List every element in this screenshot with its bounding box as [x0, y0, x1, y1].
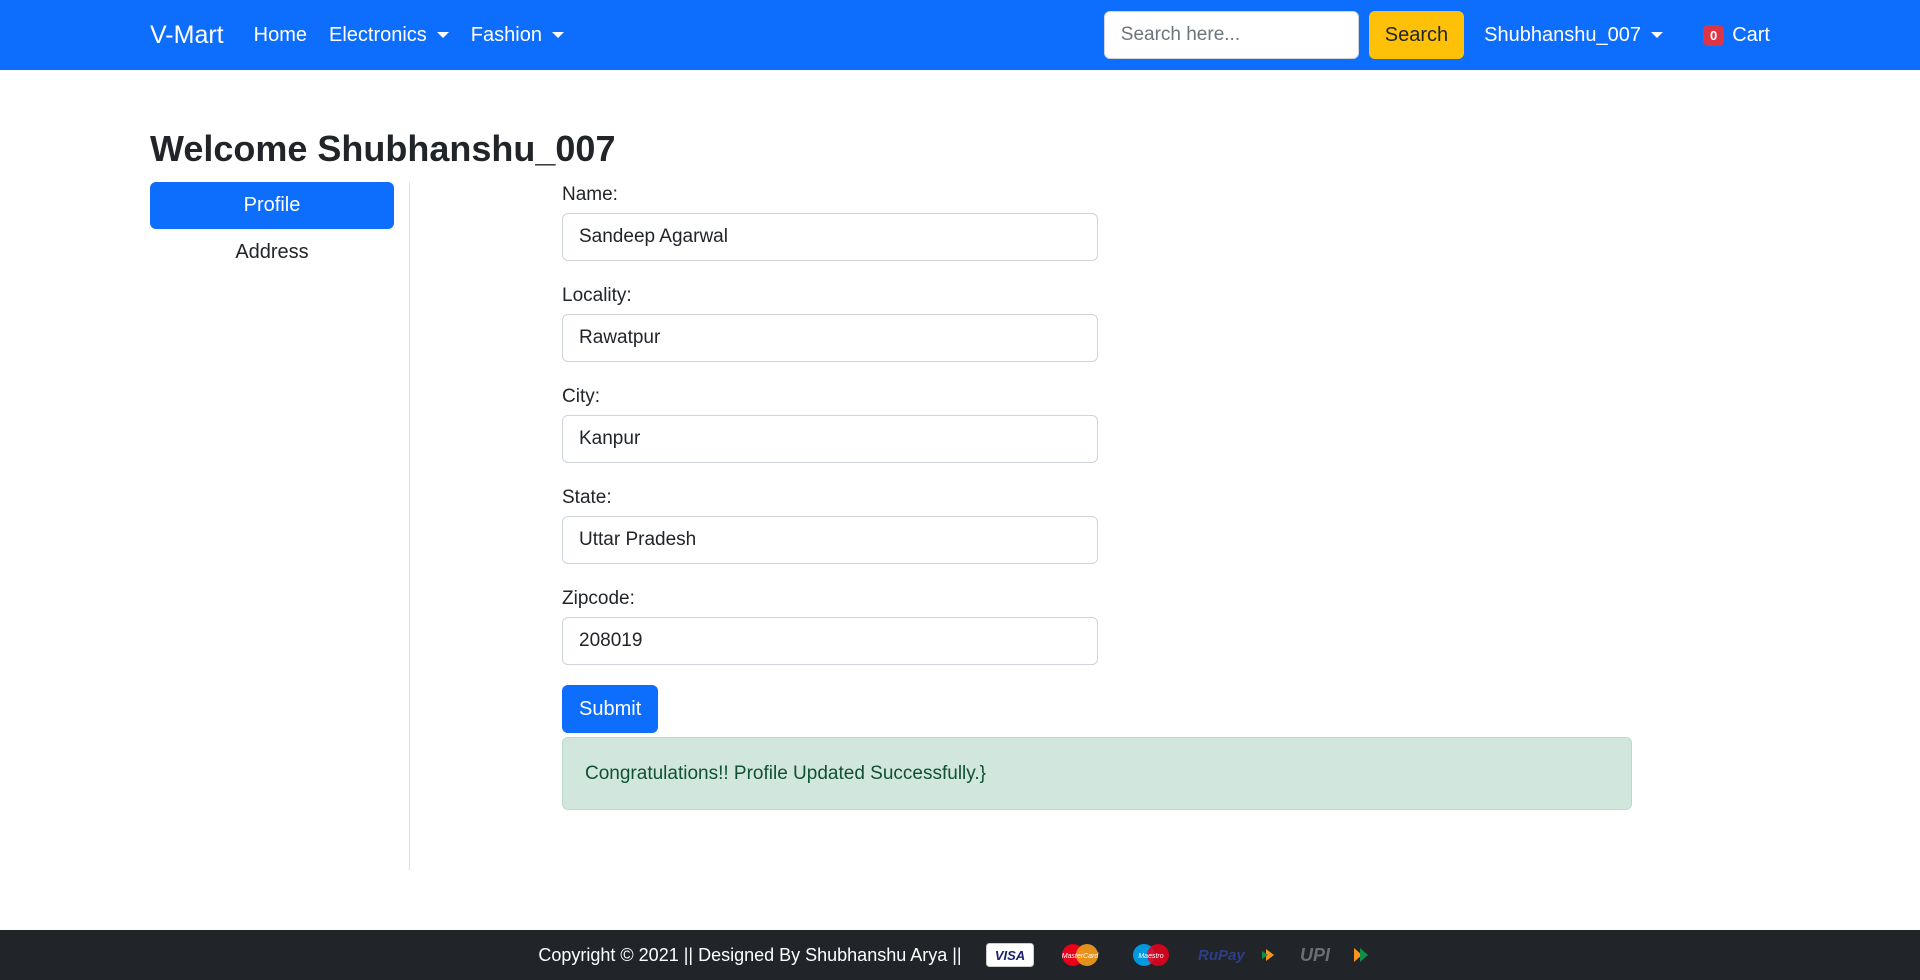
nav-home-link[interactable]: Home	[254, 24, 307, 47]
nav-fashion-label: Fashion	[470, 23, 542, 46]
cart-link[interactable]: 0 Cart	[1702, 23, 1770, 47]
footer: Copyright © 2021 || Designed By Shubhans…	[0, 930, 1920, 980]
navbar-inner: V-Mart Home Electronics Fashion Search S…	[150, 0, 1770, 70]
upi-icon: UPI	[1298, 943, 1372, 967]
svg-text:UPI: UPI	[1300, 945, 1331, 965]
search-input[interactable]	[1103, 11, 1359, 59]
success-alert-text: Congratulations!! Profile Updated Succes…	[585, 762, 986, 784]
search-button[interactable]: Search	[1368, 11, 1465, 59]
navbar: V-Mart Home Electronics Fashion Search S…	[0, 0, 1920, 70]
success-alert: Congratulations!! Profile Updated Succes…	[562, 737, 1632, 810]
sidebar-item-profile[interactable]: Profile	[150, 182, 394, 229]
brand-link[interactable]: V-Mart	[150, 21, 224, 50]
navbar-right: Search Shubhanshu_007 0 Cart	[1103, 11, 1770, 59]
locality-field-group: Locality:	[562, 285, 1098, 362]
nav-fashion-dropdown[interactable]: Fashion	[471, 24, 564, 47]
city-label: City:	[562, 386, 600, 407]
chevron-down-icon	[436, 32, 449, 38]
sidebar-item-address[interactable]: Address	[150, 229, 394, 276]
svg-text:VISA: VISA	[994, 948, 1024, 963]
profile-form: Name: Locality: City: State: Zipcode: Su…	[562, 184, 1098, 733]
user-name: Shubhanshu_007	[1484, 23, 1641, 46]
cart-count-badge: 0	[1702, 24, 1725, 46]
cart-label: Cart	[1732, 23, 1770, 46]
zipcode-field-group: Zipcode:	[562, 588, 1098, 665]
locality-input[interactable]	[562, 314, 1098, 362]
city-input[interactable]	[562, 415, 1098, 463]
maestro-icon: Maestro	[1126, 942, 1176, 968]
svg-text:Maestro: Maestro	[1138, 953, 1163, 960]
city-field-group: City:	[562, 386, 1098, 463]
nav-electronics-label: Electronics	[328, 23, 427, 46]
name-input[interactable]	[562, 213, 1098, 261]
state-field-group: State:	[562, 487, 1098, 564]
nav-electronics-dropdown[interactable]: Electronics	[329, 24, 449, 47]
state-input[interactable]	[562, 516, 1098, 564]
mastercard-icon: MasterCard	[1054, 942, 1106, 968]
visa-icon: VISA	[985, 943, 1034, 967]
page-title: Welcome Shubhanshu_007	[150, 128, 616, 169]
rupay-icon: RuPay	[1196, 943, 1278, 967]
name-label: Name:	[562, 184, 618, 205]
chevron-down-icon	[1650, 32, 1663, 38]
sidebar-item-label: Address	[235, 241, 309, 263]
locality-label: Locality:	[562, 285, 632, 306]
submit-button[interactable]: Submit	[562, 685, 659, 733]
zipcode-label: Zipcode:	[562, 588, 635, 609]
svg-text:MasterCard: MasterCard	[1061, 953, 1099, 960]
svg-text:RuPay: RuPay	[1198, 947, 1245, 964]
name-field-group: Name:	[562, 184, 1098, 261]
chevron-down-icon	[551, 32, 564, 38]
sidebar: Profile Address	[150, 182, 410, 870]
zipcode-input[interactable]	[562, 617, 1098, 665]
footer-copyright: Copyright © 2021 || Designed By Shubhans…	[538, 944, 962, 965]
state-label: State:	[562, 487, 612, 508]
user-dropdown[interactable]: Shubhanshu_007	[1484, 24, 1663, 47]
sidebar-item-label: Profile	[243, 194, 301, 216]
nav-home-label: Home	[253, 23, 307, 46]
